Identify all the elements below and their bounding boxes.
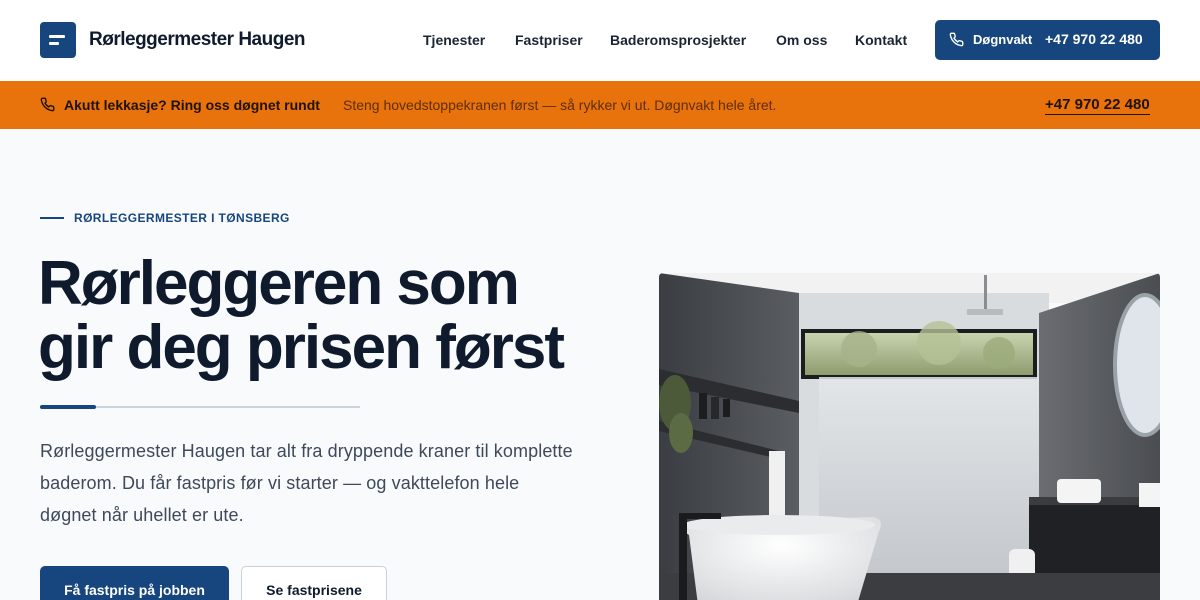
get-fixed-price-button[interactable]: Få fastpris på jobben bbox=[40, 566, 229, 600]
phone-icon bbox=[40, 97, 55, 117]
emergency-alert-bar: Akutt lekkasje? Ring oss døgnet rundt St… bbox=[0, 81, 1200, 129]
nav-fastpriser[interactable]: Fastpriser bbox=[515, 32, 583, 48]
nav-tjenester[interactable]: Tjenester bbox=[423, 32, 485, 48]
alert-phone-link[interactable]: +47 970 22 480 bbox=[1045, 96, 1150, 115]
headline-line-1: Rørleggeren som bbox=[38, 249, 520, 318]
nav-kontakt[interactable]: Kontakt bbox=[855, 32, 907, 48]
headline-line-2: gir deg prisen først bbox=[38, 313, 565, 382]
bathroom-photo bbox=[659, 273, 1160, 600]
see-prices-button[interactable]: Se fastprisene bbox=[241, 566, 387, 600]
brand-name[interactable]: Rørleggermester Haugen bbox=[89, 29, 306, 51]
cta-label: Døgnvakt bbox=[973, 32, 1033, 47]
hero-lead: Rørleggermester Haugen tar alt fra drypp… bbox=[40, 435, 610, 531]
eyebrow-line bbox=[40, 217, 64, 219]
logo-icon[interactable] bbox=[40, 22, 76, 58]
emergency-call-button[interactable]: Døgnvakt +47 970 22 480 bbox=[935, 20, 1160, 60]
nav-om-oss[interactable]: Om oss bbox=[776, 32, 827, 48]
nav-baderomsprosjekter[interactable]: Baderomsprosjekter bbox=[610, 32, 746, 48]
lead-line-2: baderom. Du får fastpris før vi starter … bbox=[40, 473, 520, 493]
cta-phone: +47 970 22 480 bbox=[1045, 31, 1143, 47]
lead-line-3: døgnet når uhellet er ute. bbox=[40, 505, 244, 525]
phone-icon bbox=[949, 32, 964, 50]
hero-divider bbox=[40, 405, 360, 409]
lead-line-1: Rørleggermester Haugen tar alt fra drypp… bbox=[40, 441, 573, 461]
alert-message: Steng hovedstoppekranen først — så rykke… bbox=[343, 97, 777, 113]
hero-eyebrow: RØRLEGGERMESTER I TØNSBERG bbox=[74, 211, 290, 225]
alert-title: Akutt lekkasje? Ring oss døgnet rundt bbox=[64, 97, 320, 113]
hero-headline: Rørleggeren som gir deg prisen først bbox=[38, 252, 638, 380]
site-header: Rørleggermester Haugen Tjenester Fastpri… bbox=[0, 0, 1200, 81]
